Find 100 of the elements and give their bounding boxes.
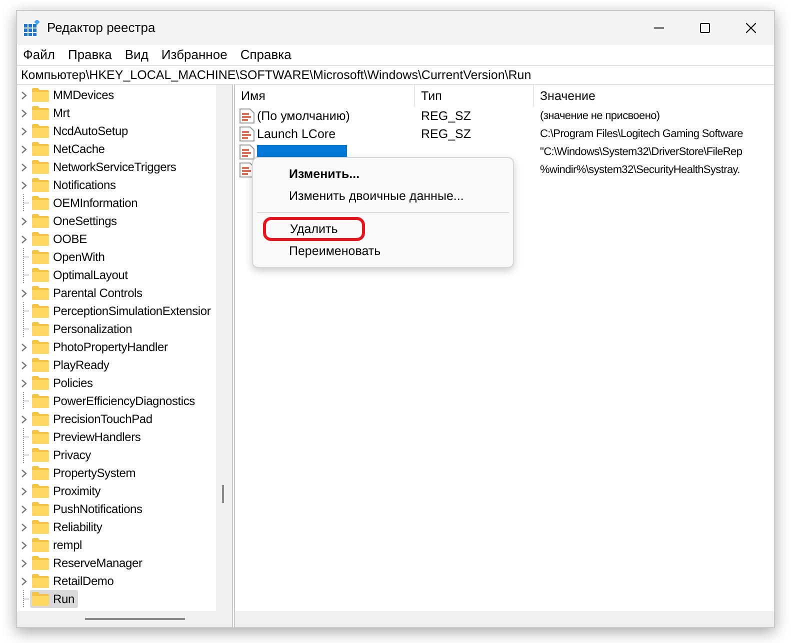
- tree-item[interactable]: RetailDemo: [30, 572, 118, 590]
- folder-icon: [32, 592, 49, 606]
- tree-item[interactable]: OEMInformation: [30, 194, 142, 212]
- value-type: REG_SZ: [421, 108, 472, 123]
- menu-item[interactable]: Избранное: [161, 45, 228, 65]
- address-bar[interactable]: Компьютер\HKEY_LOCAL_MACHINE\SOFTWARE\Microsoft\Windows\CurrentVersion\Run: [21, 66, 532, 84]
- tree-item[interactable]: OptimalLayout: [30, 266, 132, 284]
- tree-item[interactable]: OneSettings: [30, 212, 121, 230]
- menu-item[interactable]: Правка: [68, 45, 112, 65]
- tree-item[interactable]: NcdAutoSetup: [30, 122, 132, 140]
- folder-icon: [32, 124, 49, 138]
- horizontal-scrollbar[interactable]: [17, 611, 232, 627]
- tree-item[interactable]: Reliability: [30, 518, 106, 536]
- folder-icon: [32, 250, 49, 264]
- tree-item[interactable]: PreviewHandlers: [30, 428, 145, 446]
- scroll-thumb[interactable]: [222, 485, 224, 503]
- folder-icon: [32, 268, 49, 282]
- chevron-right-icon[interactable]: [21, 162, 27, 172]
- horizontal-scrollbar[interactable]: [235, 611, 774, 627]
- chevron-right-icon[interactable]: [21, 108, 27, 118]
- value-data: %windir%\system32\SecurityHealthSystray.: [540, 164, 740, 176]
- close-icon: [746, 23, 756, 33]
- tree-item[interactable]: rempl: [30, 536, 86, 554]
- menu-item[interactable]: Файл: [23, 45, 55, 65]
- tree-item[interactable]: PushNotifications: [30, 500, 146, 518]
- folder-icon: [32, 142, 49, 156]
- tree-item[interactable]: ReserveManager: [30, 554, 146, 572]
- folder-icon: [32, 412, 49, 426]
- tree-item[interactable]: MMDevices: [30, 86, 118, 104]
- folder-icon: [32, 322, 49, 336]
- value-name[interactable]: (По умолчанию): [257, 106, 350, 126]
- chevron-right-icon[interactable]: [21, 360, 27, 370]
- tree-item[interactable]: PowerEfficiencyDiagnostics: [30, 392, 199, 410]
- folder-icon: [32, 88, 49, 102]
- chevron-right-icon[interactable]: [21, 540, 27, 550]
- window-title: Редактор реестра: [47, 19, 156, 38]
- column-header[interactable]: Имя: [235, 85, 415, 107]
- folder-icon: [32, 448, 49, 462]
- tree-item[interactable]: OpenWith: [30, 248, 109, 266]
- tree-item[interactable]: Personalization: [30, 320, 136, 338]
- string-value-icon: [239, 108, 255, 124]
- value-data: "C:\Windows\System32\DriverStore\FileRep: [540, 146, 742, 158]
- tree-item[interactable]: OOBE: [30, 230, 91, 248]
- value-data: C:\Program Files\Logitech Gaming Software: [540, 128, 743, 140]
- vertical-scrollbar[interactable]: [216, 85, 232, 611]
- chevron-right-icon[interactable]: [21, 126, 27, 136]
- folder-icon: [32, 430, 49, 444]
- chevron-right-icon[interactable]: [21, 144, 27, 154]
- string-value-icon: [239, 126, 255, 142]
- tree-item[interactable]: Notifications: [30, 176, 120, 194]
- folder-icon: [32, 106, 49, 120]
- menu-item[interactable]: Справка: [240, 45, 292, 65]
- chevron-right-icon[interactable]: [21, 558, 27, 568]
- tree-item[interactable]: NetCache: [30, 140, 109, 158]
- folder-icon: [32, 196, 49, 210]
- chevron-right-icon[interactable]: [21, 414, 27, 424]
- column-header[interactable]: Тип: [415, 85, 534, 107]
- folder-icon: [32, 178, 49, 192]
- tree-item[interactable]: Mrt: [30, 104, 74, 122]
- folder-icon: [32, 376, 49, 390]
- value-name[interactable]: Launch LCore: [257, 124, 336, 144]
- folder-icon: [32, 556, 49, 570]
- chevron-right-icon[interactable]: [21, 234, 27, 244]
- folder-icon: [32, 574, 49, 588]
- chevron-right-icon[interactable]: [21, 522, 27, 532]
- chevron-right-icon[interactable]: [21, 288, 27, 298]
- highlighted-menu-item[interactable]: Удалить: [263, 217, 365, 241]
- chevron-right-icon[interactable]: [21, 180, 27, 190]
- menu-item[interactable]: Вид: [124, 45, 148, 65]
- chevron-right-icon[interactable]: [21, 504, 27, 514]
- menu-item[interactable]: Переименовать: [289, 242, 381, 260]
- chevron-right-icon[interactable]: [21, 378, 27, 388]
- menu-item[interactable]: Изменить...: [289, 164, 360, 184]
- folder-icon: [32, 160, 49, 174]
- chevron-right-icon[interactable]: [21, 576, 27, 586]
- tree-item[interactable]: PerceptionSimulationExtensior: [30, 302, 215, 320]
- tree-item[interactable]: PrecisionTouchPad: [30, 410, 156, 428]
- tree-item[interactable]: Parental Controls: [30, 284, 146, 302]
- tree-item[interactable]: PhotoPropertyHandler: [30, 338, 172, 356]
- chevron-right-icon[interactable]: [21, 468, 27, 478]
- tree-item[interactable]: PlayReady: [30, 356, 114, 374]
- tree-item[interactable]: NetworkServiceTriggers: [30, 158, 180, 176]
- chevron-right-icon[interactable]: [21, 90, 27, 100]
- tree-item[interactable]: Privacy: [30, 446, 95, 464]
- chevron-right-icon[interactable]: [21, 216, 27, 226]
- chevron-right-icon[interactable]: [21, 486, 27, 496]
- scroll-thumb[interactable]: [85, 618, 185, 620]
- menu-item[interactable]: Изменить двоичные данные...: [289, 186, 464, 206]
- folder-icon: [32, 232, 49, 246]
- tree-item[interactable]: Proximity: [30, 482, 105, 500]
- folder-icon: [32, 304, 49, 318]
- column-header[interactable]: Значение: [534, 85, 734, 107]
- folder-icon: [32, 502, 49, 516]
- chevron-right-icon[interactable]: [21, 342, 27, 352]
- folder-icon: [32, 394, 49, 408]
- folder-icon: [32, 340, 49, 354]
- maximize-icon: [700, 23, 710, 33]
- tree-item[interactable]: Run: [30, 590, 78, 608]
- tree-item[interactable]: Policies: [30, 374, 97, 392]
- tree-item[interactable]: PropertySystem: [30, 464, 140, 482]
